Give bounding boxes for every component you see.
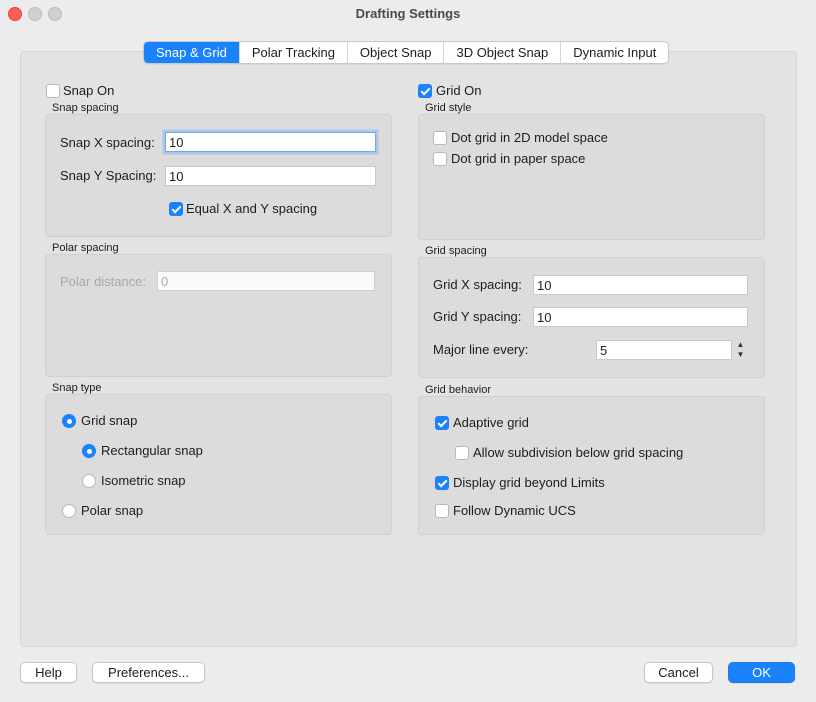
snap-type-title: Snap type: [52, 382, 102, 394]
major-line-input[interactable]: 5: [596, 340, 732, 360]
snap-spacing-title: Snap spacing: [52, 102, 119, 114]
dot-grid-paper-label: Dot grid in paper space: [451, 151, 586, 166]
title-bar: Drafting Settings: [0, 0, 816, 28]
grid-x-spacing-input[interactable]: 10: [533, 275, 748, 295]
polar-snap-label: Polar snap: [81, 503, 144, 518]
grid-spacing-title: Grid spacing: [425, 245, 487, 257]
tab-snap-grid[interactable]: Snap & Grid: [144, 42, 240, 63]
tab-object-snap[interactable]: Object Snap: [348, 42, 445, 63]
grid-style-title: Grid style: [425, 102, 472, 114]
tab-bar: Snap & Grid Polar Tracking Object Snap 3…: [143, 41, 670, 64]
grid-y-spacing-input[interactable]: 10: [533, 307, 748, 327]
grid-snap-label: Grid snap: [81, 413, 138, 428]
snap-x-spacing-input[interactable]: 10: [165, 132, 376, 152]
snap-x-label: Snap X spacing:: [60, 135, 155, 150]
polar-distance-input[interactable]: 0: [157, 271, 375, 291]
snap-y-label: Snap Y Spacing:: [60, 168, 157, 183]
allow-subdivision-label: Allow subdivision below grid spacing: [473, 445, 684, 460]
major-line-label: Major line every:: [433, 342, 529, 357]
tab-dynamic-input[interactable]: Dynamic Input: [561, 42, 668, 63]
follow-dynamic-ucs-label: Follow Dynamic UCS: [453, 503, 576, 518]
stepper-up-icon[interactable]: ▲: [734, 340, 747, 350]
ok-button[interactable]: OK: [728, 662, 795, 683]
major-line-stepper[interactable]: ▲ ▼: [734, 340, 747, 360]
grid-snap-radio[interactable]: [62, 414, 76, 428]
tab-3d-object-snap[interactable]: 3D Object Snap: [444, 42, 562, 63]
dot-grid-2d-label: Dot grid in 2D model space: [451, 130, 608, 145]
help-button[interactable]: Help: [20, 662, 77, 683]
tab-polar-tracking[interactable]: Polar Tracking: [240, 42, 348, 63]
polar-spacing-title: Polar spacing: [52, 242, 119, 254]
snap-y-spacing-input[interactable]: 10: [165, 166, 376, 186]
display-beyond-limits-label: Display grid beyond Limits: [453, 475, 605, 490]
isometric-snap-radio[interactable]: [82, 474, 96, 488]
window-title: Drafting Settings: [355, 6, 461, 21]
grid-on-label: Grid On: [436, 83, 482, 98]
polar-snap-radio[interactable]: [62, 504, 76, 518]
grid-on-checkbox[interactable]: [418, 84, 432, 98]
adaptive-grid-checkbox[interactable]: [435, 416, 449, 430]
preferences-button[interactable]: Preferences...: [92, 662, 205, 683]
rectangular-snap-radio[interactable]: [82, 444, 96, 458]
grid-behavior-title: Grid behavior: [425, 384, 492, 396]
dot-grid-2d-checkbox[interactable]: [433, 131, 447, 145]
rectangular-snap-label: Rectangular snap: [101, 443, 203, 458]
stepper-down-icon[interactable]: ▼: [734, 350, 747, 360]
follow-dynamic-ucs-checkbox[interactable]: [435, 504, 449, 518]
display-beyond-limits-checkbox[interactable]: [435, 476, 449, 490]
equal-xy-spacing-label: Equal X and Y spacing: [186, 201, 318, 216]
allow-subdivision-checkbox[interactable]: [455, 446, 469, 460]
adaptive-grid-label: Adaptive grid: [453, 415, 529, 430]
grid-x-label: Grid X spacing:: [433, 277, 522, 292]
dot-grid-paper-checkbox[interactable]: [433, 152, 447, 166]
drafting-settings-window: Drafting Settings Snap & Grid Polar Trac…: [0, 0, 816, 702]
cancel-button[interactable]: Cancel: [644, 662, 713, 683]
equal-xy-spacing-checkbox[interactable]: [169, 202, 183, 216]
grid-y-label: Grid Y spacing:: [433, 309, 522, 324]
snap-on-checkbox[interactable]: [46, 84, 60, 98]
isometric-snap-label: Isometric snap: [101, 473, 186, 488]
snap-on-label: Snap On: [63, 83, 115, 98]
polar-distance-label: Polar distance:: [60, 274, 146, 289]
